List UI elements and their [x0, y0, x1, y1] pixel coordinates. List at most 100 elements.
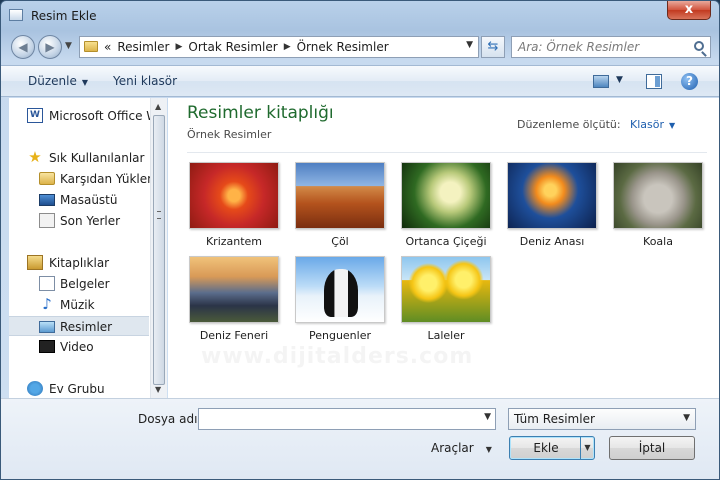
nav-item-music[interactable]: ♪ Müzik	[9, 295, 149, 315]
file-item-penguenler[interactable]: Penguenler	[293, 256, 387, 346]
change-view-icon[interactable]	[593, 75, 609, 88]
refresh-button[interactable]: ⇆	[481, 36, 505, 58]
nav-item-label: Belgeler	[60, 277, 110, 291]
breadcrumb-separator-icon[interactable]: ▶	[284, 40, 291, 55]
nav-item-video[interactable]: Video	[9, 337, 149, 357]
image-thumbnail	[295, 162, 385, 229]
scrollbar-thumb[interactable]	[153, 115, 165, 385]
star-icon: ★	[28, 148, 42, 166]
nav-item-documents[interactable]: Belgeler	[9, 274, 149, 294]
add-options-dropdown-icon[interactable]: ▼	[580, 437, 594, 459]
file-name: Koala	[643, 235, 673, 248]
file-item-col[interactable]: Çöl	[293, 162, 387, 252]
nav-item-label: Ev Grubu	[49, 382, 105, 396]
file-type-value: Tüm Resimler	[514, 412, 595, 426]
forward-arrow-icon: ▶	[45, 40, 55, 54]
close-button[interactable]: x	[667, 1, 711, 20]
documents-icon	[39, 276, 55, 291]
file-name: Deniz Anası	[519, 235, 585, 248]
breadcrumb-item-ornek-resimler[interactable]: Örnek Resimler	[297, 40, 389, 55]
title-bar: Resim Ekle x	[1, 1, 719, 31]
file-item-koala[interactable]: Koala	[611, 162, 705, 252]
filename-field[interactable]: ▼	[198, 408, 496, 430]
file-name: Ortanca Çiçeği	[405, 235, 487, 248]
navigation-scrollbar[interactable]: ▲ ▼	[150, 98, 167, 398]
file-name: Çöl	[331, 235, 349, 248]
insert-picture-dialog: Resim Ekle x ◀ ▶ ▼ « Resimler ▶ Ortak Re…	[0, 0, 720, 480]
filename-dropdown-icon[interactable]: ▼	[484, 412, 491, 422]
organize-label: Düzenle	[28, 74, 77, 88]
file-item-deniz-feneri[interactable]: Deniz Feneri	[187, 256, 281, 346]
add-button-label: Ekle	[533, 441, 559, 455]
breadcrumb-separator-icon[interactable]: ▶	[175, 40, 182, 55]
file-item-laleler[interactable]: Laleler	[399, 256, 493, 346]
nav-item-desktop[interactable]: Masaüstü	[9, 190, 149, 210]
views-dropdown-icon[interactable]: ▼	[616, 75, 623, 85]
recent-pages-dropdown[interactable]: ▼	[65, 41, 72, 51]
search-icon[interactable]	[694, 41, 704, 51]
help-icon[interactable]: ?	[681, 73, 698, 90]
file-name: Laleler	[427, 329, 465, 342]
nav-item-downloads[interactable]: Karşıdan Yüklem	[9, 169, 159, 189]
library-title: Resimler kitaplığı	[187, 103, 334, 123]
image-thumbnail	[401, 256, 491, 323]
image-thumbnail	[189, 162, 279, 229]
nav-item-libraries[interactable]: Kitaplıklar	[9, 253, 149, 273]
back-arrow-icon: ◀	[18, 40, 28, 54]
file-item-ortanca-cicegi[interactable]: Ortanca Çiçeği	[399, 162, 493, 252]
image-thumbnail	[295, 256, 385, 323]
breadcrumb-item-ortak-resimler[interactable]: Ortak Resimler	[188, 40, 277, 55]
pictures-icon	[39, 321, 55, 333]
image-thumbnail	[507, 162, 597, 229]
libraries-icon	[27, 255, 43, 270]
nav-item-favorites[interactable]: ★ Sık Kullanılanlar	[9, 148, 149, 168]
cancel-button[interactable]: İptal	[609, 436, 695, 460]
chevron-down-icon: ▼	[669, 121, 676, 130]
nav-item-label: Müzik	[60, 298, 95, 312]
nav-item-label: Kitaplıklar	[49, 256, 110, 270]
arrange-by-dropdown[interactable]: Klasör ▼	[630, 118, 675, 131]
recent-places-icon	[39, 213, 55, 228]
nav-item-microsoft-office[interactable]: W Microsoft Office W	[9, 106, 158, 126]
tools-menu-button[interactable]: Araçlar ▼	[431, 441, 492, 455]
refresh-icon: ⇆	[487, 39, 499, 54]
nav-item-label: Resimler	[60, 320, 113, 334]
file-item-krizantem[interactable]: Krizantem	[187, 162, 281, 252]
address-dropdown-icon[interactable]: ▼	[466, 40, 473, 50]
file-name: Krizantem	[205, 235, 263, 248]
nav-item-label: Sık Kullanılanlar	[49, 151, 145, 165]
organize-menu-button[interactable]: Düzenle ▼	[28, 74, 88, 88]
search-input[interactable]: Ara: Örnek Resimler	[518, 40, 639, 54]
header-divider	[187, 152, 707, 153]
address-bar[interactable]: « Resimler ▶ Ortak Resimler ▶ Örnek Resi…	[79, 36, 479, 58]
image-thumbnail	[613, 162, 703, 229]
filename-label: Dosya adı:	[138, 412, 202, 426]
file-name: Penguenler	[308, 329, 372, 342]
nav-item-label: Masaüstü	[60, 193, 118, 207]
scroll-down-icon[interactable]: ▼	[155, 385, 161, 394]
preview-pane-icon[interactable]	[646, 74, 662, 89]
desktop-icon	[39, 194, 55, 206]
arrange-by-value: Klasör	[630, 118, 664, 131]
file-item-deniz-anasi[interactable]: Deniz Anası	[505, 162, 599, 252]
forward-button[interactable]: ▶	[38, 35, 62, 59]
search-box[interactable]: Ara: Örnek Resimler	[511, 36, 711, 58]
tools-label: Araçlar	[431, 441, 474, 455]
arrange-by-label: Düzenleme ölçütü:	[517, 118, 621, 131]
nav-item-label: Son Yerler	[60, 214, 121, 228]
chevron-down-icon: ▼	[683, 413, 690, 423]
nav-item-recent-places[interactable]: Son Yerler	[9, 211, 149, 231]
file-name: Deniz Feneri	[199, 329, 269, 342]
navigation-pane: W Microsoft Office W ★ Sık Kullanılanlar…	[9, 98, 167, 398]
file-type-select[interactable]: Tüm Resimler ▼	[508, 408, 696, 430]
add-button[interactable]: Ekle ▼	[509, 436, 595, 460]
nav-item-pictures[interactable]: Resimler	[9, 316, 149, 336]
breadcrumb-item-resimler[interactable]: Resimler	[117, 40, 169, 55]
back-button[interactable]: ◀	[11, 35, 35, 59]
dialog-footer: Dosya adı: ▼ Tüm Resimler ▼ Araçlar ▼ Ekl…	[1, 398, 719, 479]
scroll-up-icon[interactable]: ▲	[155, 102, 161, 111]
window-title: Resim Ekle	[31, 9, 97, 23]
new-folder-button[interactable]: Yeni klasör	[113, 74, 177, 88]
breadcrumb-overflow[interactable]: «	[104, 40, 111, 55]
nav-item-homegroup[interactable]: Ev Grubu	[9, 379, 149, 398]
